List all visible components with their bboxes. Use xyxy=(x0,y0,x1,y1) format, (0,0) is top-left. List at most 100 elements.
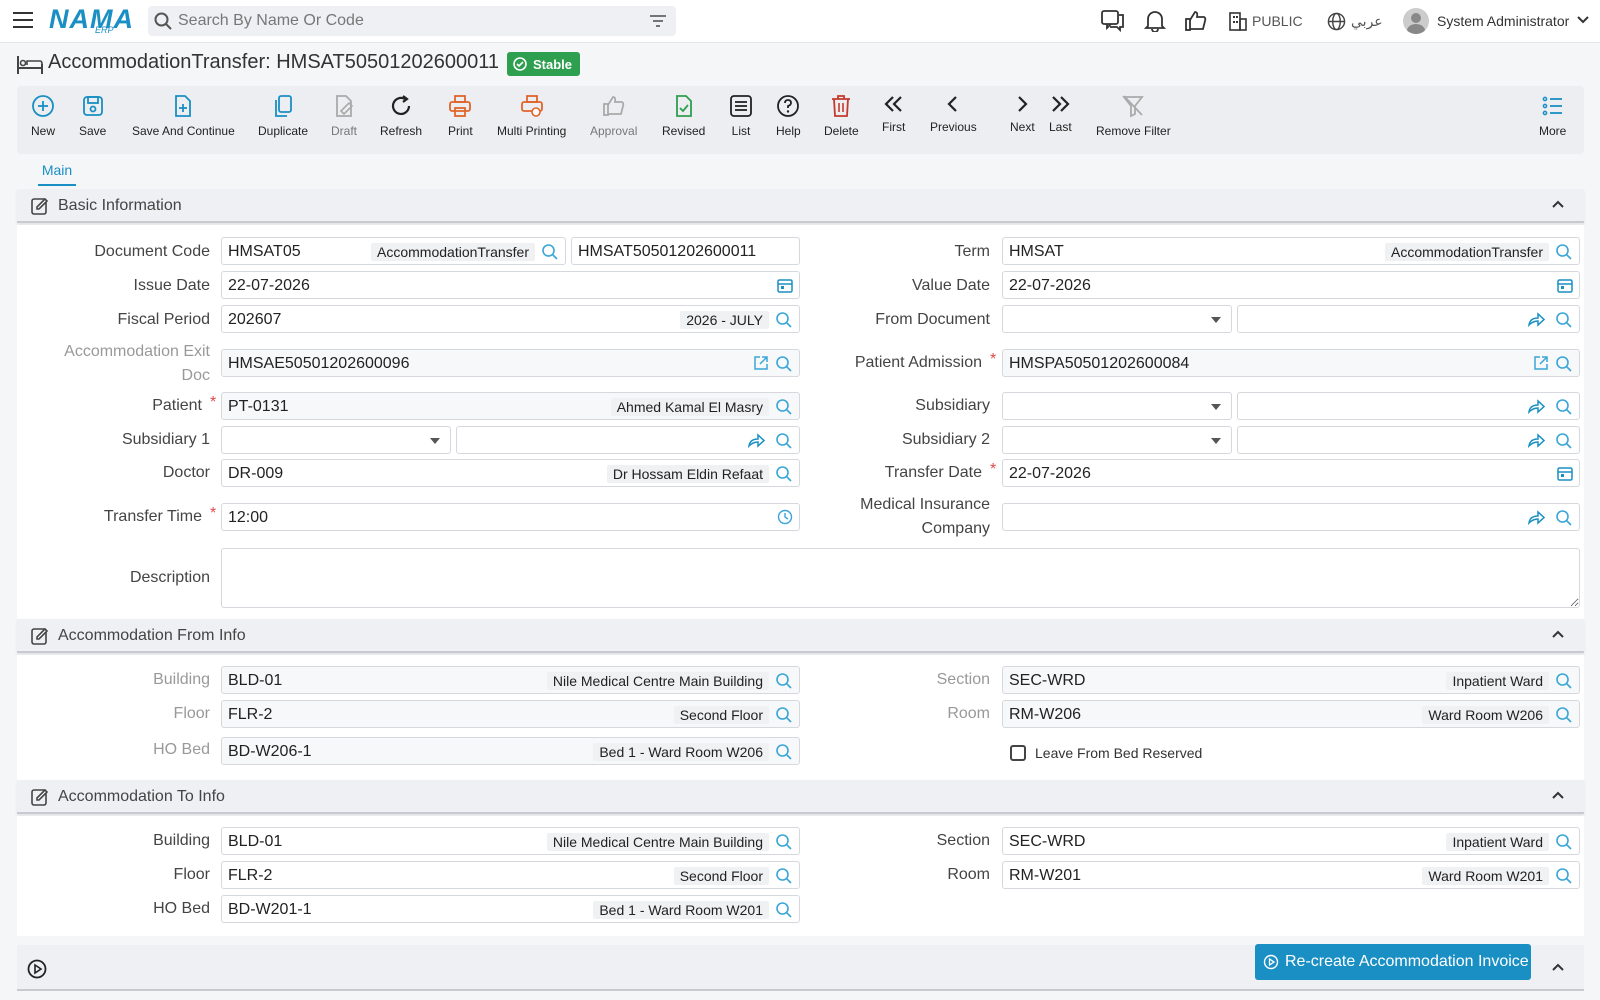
transfer-date-field[interactable]: 22-07-2026 xyxy=(1002,459,1580,487)
search-add-icon[interactable] xyxy=(1555,432,1573,450)
search-add-icon[interactable] xyxy=(775,867,793,885)
issue-date-field[interactable]: 22-07-2026 xyxy=(221,271,800,299)
search-add-icon[interactable] xyxy=(1555,833,1573,851)
section-basic-header[interactable]: Basic Information xyxy=(17,189,1584,223)
draft-button[interactable]: Draft xyxy=(331,94,357,138)
share-icon[interactable] xyxy=(1527,311,1545,327)
patient-admission-field[interactable]: HMSPA50501202600084 xyxy=(1002,349,1580,377)
insurance-field[interactable] xyxy=(1002,503,1580,531)
share-icon[interactable] xyxy=(1527,432,1545,448)
search-input[interactable] xyxy=(178,10,638,32)
to-building-field[interactable]: BLD-01 Nile Medical Centre Main Building xyxy=(221,827,800,855)
menu-icon[interactable] xyxy=(13,12,33,30)
leave-reserved-checkbox[interactable] xyxy=(1010,745,1026,761)
subsidiary-type-select[interactable] xyxy=(1002,392,1232,420)
search-add-icon[interactable] xyxy=(775,743,793,761)
chevron-up-icon[interactable] xyxy=(1552,200,1564,208)
external-link-icon[interactable] xyxy=(1533,355,1549,371)
new-button[interactable]: New xyxy=(31,94,55,138)
search-add-icon[interactable] xyxy=(1555,867,1573,885)
thumbs-up-icon[interactable] xyxy=(1185,10,1207,32)
search-add-icon[interactable] xyxy=(775,465,793,483)
calendar-icon[interactable] xyxy=(777,277,793,293)
search-add-icon[interactable] xyxy=(1555,311,1573,329)
previous-button[interactable]: Previous xyxy=(930,94,977,134)
branch-label[interactable]: PUBLIC xyxy=(1252,13,1303,29)
from-document-field[interactable] xyxy=(1237,305,1580,333)
logo[interactable]: NAMA xyxy=(49,4,134,35)
from-building-field[interactable]: BLD-01 Nile Medical Centre Main Building xyxy=(221,666,800,694)
duplicate-button[interactable]: Duplicate xyxy=(258,94,308,138)
fiscal-period-field[interactable]: 202607 2026 - JULY xyxy=(221,305,800,333)
recreate-invoice-button[interactable]: Re-create Accommodation Invoice xyxy=(1255,944,1531,980)
search-add-icon[interactable] xyxy=(1555,672,1573,690)
from-room-field[interactable]: RM-W206 Ward Room W206 xyxy=(1002,700,1580,728)
delete-button[interactable]: Delete xyxy=(824,94,859,138)
search-add-icon[interactable] xyxy=(1555,355,1573,373)
calendar-icon[interactable] xyxy=(1557,465,1573,481)
search-box[interactable] xyxy=(148,6,676,36)
subsidiary1-type-select[interactable] xyxy=(221,426,451,454)
user-name[interactable]: System Administrator xyxy=(1437,13,1569,29)
search-add-icon[interactable] xyxy=(775,672,793,690)
chevron-up-icon[interactable] xyxy=(1552,630,1564,638)
term-field[interactable]: HMSAT AccommodationTransfer xyxy=(1002,237,1580,265)
building-icon[interactable] xyxy=(1228,10,1248,32)
transfer-time-field[interactable]: 12:00 xyxy=(221,503,800,531)
search-add-icon[interactable] xyxy=(775,432,793,450)
revised-button[interactable]: Revised xyxy=(662,94,705,138)
next-button[interactable]: Next xyxy=(1010,94,1035,134)
refresh-button[interactable]: Refresh xyxy=(380,94,422,138)
approval-button[interactable]: Approval xyxy=(590,94,637,138)
play-circle-icon[interactable] xyxy=(27,959,47,979)
search-add-icon[interactable] xyxy=(1555,706,1573,724)
doctor-field[interactable]: DR-009 Dr Hossam Eldin Refaat xyxy=(221,459,800,487)
list-button[interactable]: List xyxy=(729,94,753,138)
share-icon[interactable] xyxy=(747,432,765,448)
description-textarea[interactable] xyxy=(221,548,1580,608)
filter-icon[interactable] xyxy=(650,14,666,28)
language-switch[interactable]: عربي xyxy=(1351,13,1383,30)
section-to-header[interactable]: Accommodation To Info xyxy=(17,780,1584,814)
chevron-down-icon[interactable] xyxy=(1577,16,1589,24)
from-section-field[interactable]: SEC-WRD Inpatient Ward xyxy=(1002,666,1580,694)
search-add-icon[interactable] xyxy=(775,355,793,373)
search-add-icon[interactable] xyxy=(775,398,793,416)
to-bed-field[interactable]: BD-W201-1 Bed 1 - Ward Room W201 xyxy=(221,895,800,923)
share-icon[interactable] xyxy=(1527,398,1545,414)
clock-icon[interactable] xyxy=(777,509,793,525)
search-add-icon[interactable] xyxy=(775,833,793,851)
remove-filter-button[interactable]: Remove Filter xyxy=(1096,94,1171,138)
exit-doc-field[interactable]: HMSAE50501202600096 xyxy=(221,349,800,377)
subsidiary2-field[interactable] xyxy=(1237,426,1580,454)
globe-icon[interactable] xyxy=(1327,12,1346,31)
chat-icon[interactable] xyxy=(1101,10,1125,32)
print-button[interactable]: Print xyxy=(448,94,473,138)
chevron-up-icon[interactable] xyxy=(1552,963,1564,971)
tab-main[interactable]: Main xyxy=(38,162,76,186)
from-floor-field[interactable]: FLR-2 Second Floor xyxy=(221,700,800,728)
avatar[interactable] xyxy=(1403,8,1429,34)
search-add-icon[interactable] xyxy=(775,901,793,919)
to-section-field[interactable]: SEC-WRD Inpatient Ward xyxy=(1002,827,1580,855)
search-add-icon[interactable] xyxy=(775,311,793,329)
save-continue-button[interactable]: Save And Continue xyxy=(132,94,235,138)
last-button[interactable]: Last xyxy=(1049,94,1072,134)
help-button[interactable]: Help xyxy=(776,94,801,138)
external-link-icon[interactable] xyxy=(753,355,769,371)
search-add-icon[interactable] xyxy=(1555,398,1573,416)
search-add-icon[interactable] xyxy=(541,243,559,261)
to-floor-field[interactable]: FLR-2 Second Floor xyxy=(221,861,800,889)
section-from-header[interactable]: Accommodation From Info xyxy=(17,619,1584,653)
subsidiary2-type-select[interactable] xyxy=(1002,426,1232,454)
document-number-field[interactable]: HMSAT50501202600011 xyxy=(571,237,800,265)
first-button[interactable]: First xyxy=(882,94,905,134)
share-icon[interactable] xyxy=(1527,509,1545,525)
calendar-icon[interactable] xyxy=(1557,277,1573,293)
patient-field[interactable]: PT-0131 Ahmed Kamal El Masry xyxy=(221,392,800,420)
bell-icon[interactable] xyxy=(1144,10,1166,32)
from-bed-field[interactable]: BD-W206-1 Bed 1 - Ward Room W206 xyxy=(221,737,800,765)
search-add-icon[interactable] xyxy=(775,706,793,724)
search-add-icon[interactable] xyxy=(1555,509,1573,527)
search-add-icon[interactable] xyxy=(1555,243,1573,261)
